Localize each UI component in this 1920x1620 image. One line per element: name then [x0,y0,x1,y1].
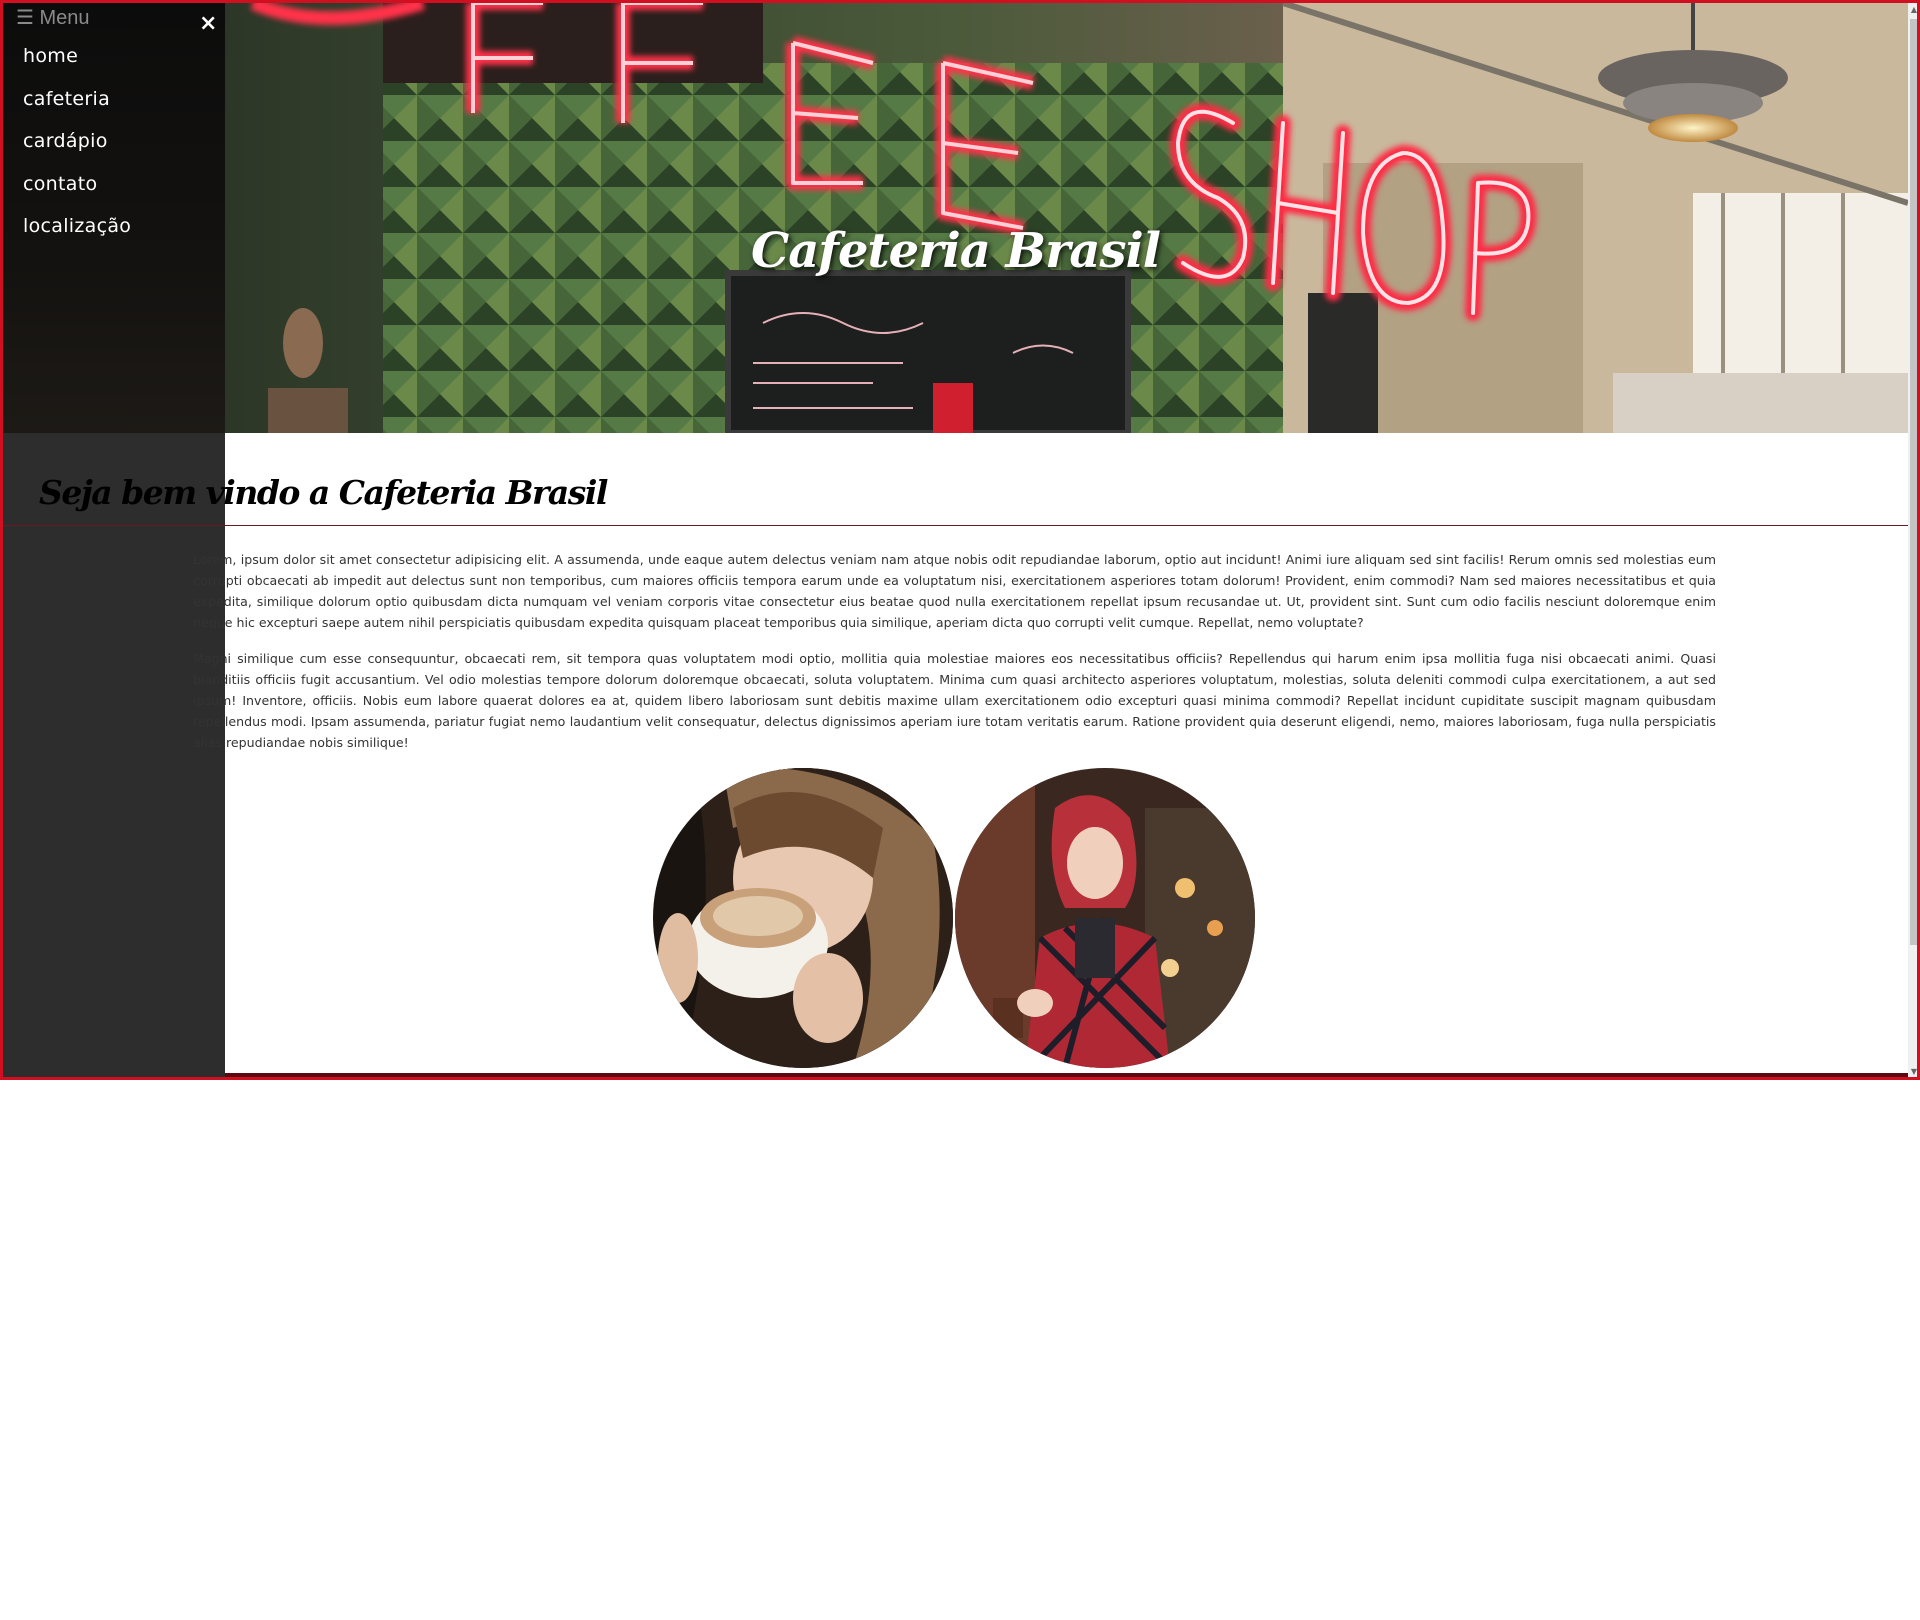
nav-link-contato[interactable]: contato [23,173,97,195]
nav-link-home[interactable]: home [23,45,78,67]
page-scrollbar[interactable]: ▲ ▼ [1908,3,1917,1077]
menu-toggle[interactable]: ☰ Menu [16,5,90,30]
page-frame: Cafeteria Brasil ☰ Menu × home cafeteria… [0,0,1920,1080]
nav-link-cafeteria[interactable]: cafeteria [23,88,110,110]
nav-item-home: home [23,45,131,88]
nav-list: home cafeteria cardápio contato localiza… [23,45,131,258]
footer-bar [225,1073,1908,1077]
nav-item-contato: contato [23,173,131,216]
sidebar-menu: ☰ Menu × home cafeteria cardápio contato… [3,3,225,1077]
intro-paragraph-2: Magni similique cum esse consequuntur, o… [193,651,1716,750]
scroll-down-icon[interactable]: ▼ [1908,1065,1917,1077]
nav-item-localizacao: localização [23,215,131,258]
hero-banner: Cafeteria Brasil [3,3,1908,433]
photo-woman-drinking-coffee [653,768,953,1068]
intro-paragraph-1: Lorem, ipsum dolor sit amet consectetur … [193,552,1716,630]
nav-link-cardapio[interactable]: cardápio [23,130,108,152]
nav-item-cafeteria: cafeteria [23,88,131,131]
hero-title: Cafeteria Brasil [751,223,1161,279]
nav-link-localizacao[interactable]: localização [23,215,131,237]
welcome-heading: Seja bem vindo a Cafeteria Brasil [39,473,608,512]
close-icon[interactable]: × [199,11,217,36]
coffee-shop-photo [250,3,1908,433]
scroll-up-icon[interactable]: ▲ [1908,3,1917,17]
heading-divider [3,525,1908,526]
scrollbar-thumb[interactable] [1910,19,1917,945]
nav-item-cardapio: cardápio [23,130,131,173]
photo-barista-woman [955,768,1255,1068]
